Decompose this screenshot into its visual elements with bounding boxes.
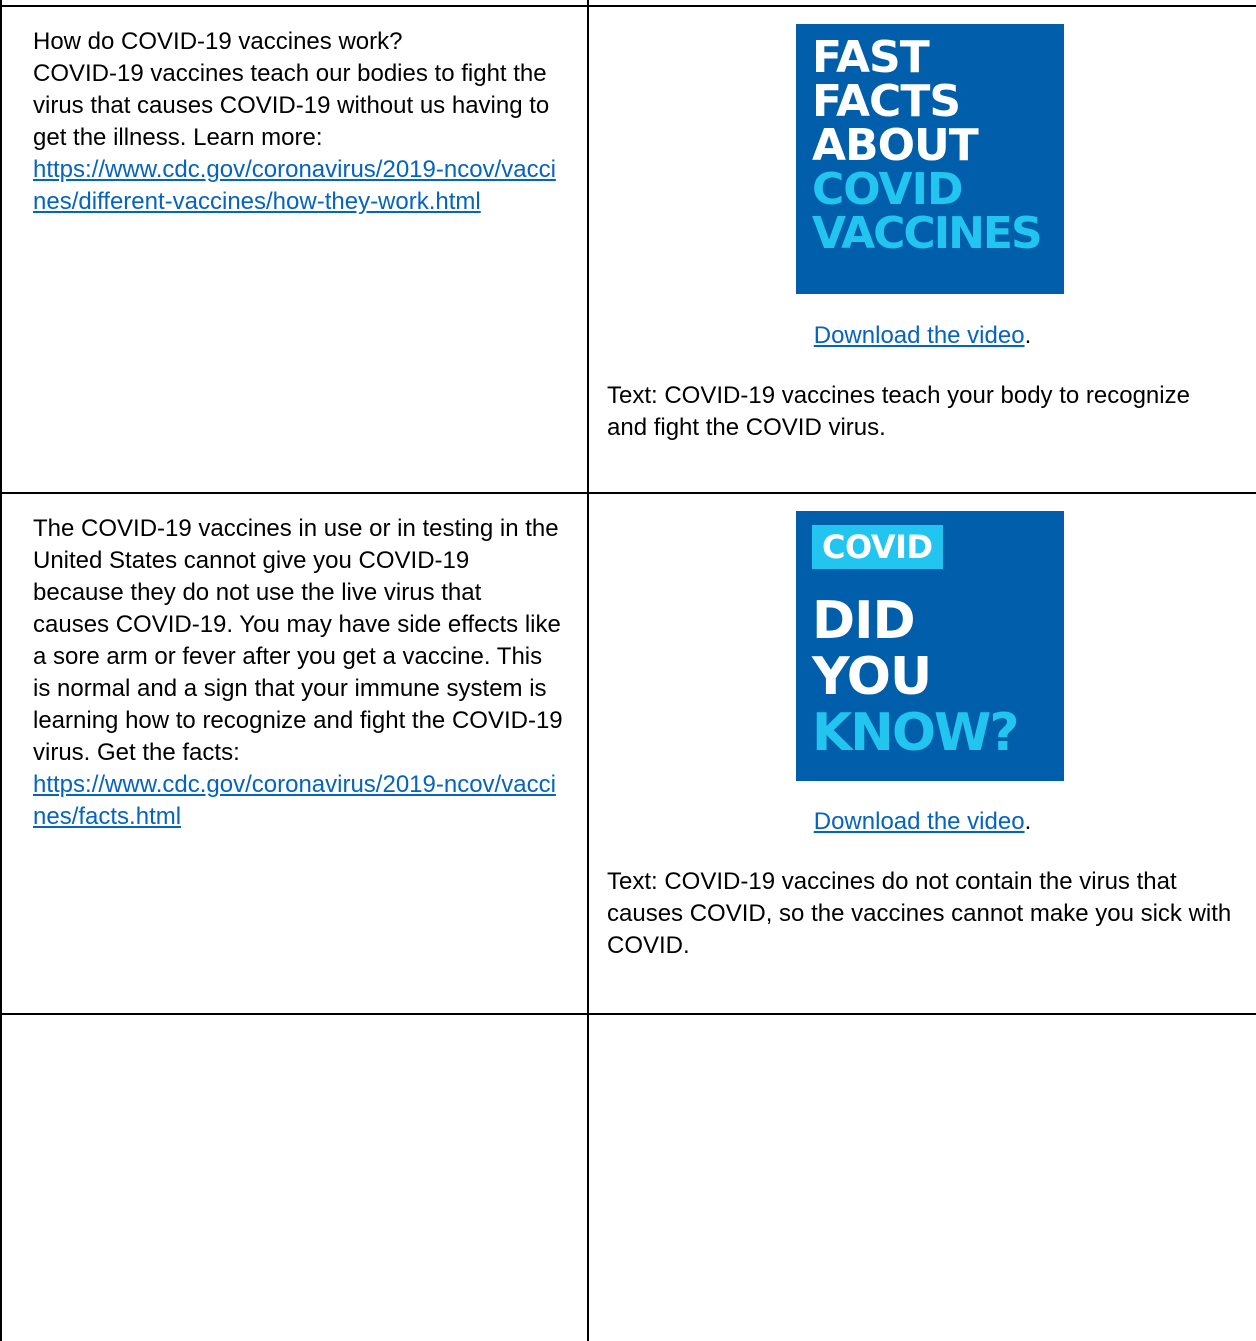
tile-line-did: DID bbox=[812, 591, 916, 651]
table-border-top bbox=[0, 5, 1256, 7]
row1-question: How do COVID-19 vaccines work? bbox=[33, 28, 403, 55]
row2-body: The COVID-19 vaccines in use or in testi… bbox=[33, 515, 563, 766]
row1-caption: Text: COVID-19 vaccines teach your body … bbox=[607, 382, 1190, 441]
row2-link[interactable]: https://www.cdc.gov/coronavirus/2019-nco… bbox=[33, 771, 556, 830]
tile-line-facts: FACTS bbox=[812, 76, 961, 127]
tile-line-about: ABOUT bbox=[812, 120, 979, 171]
tile-line-covid: COVID bbox=[812, 164, 963, 215]
content-table: How do COVID-19 vaccines work? COVID-19 … bbox=[0, 0, 1256, 1341]
row1-download-period: . bbox=[1024, 322, 1032, 349]
row2-left-cell: The COVID-19 vaccines in use or in testi… bbox=[33, 513, 563, 833]
row1-left-cell: How do COVID-19 vaccines work? COVID-19 … bbox=[33, 26, 563, 218]
row-divider-1 bbox=[0, 492, 1256, 494]
table-border-left bbox=[0, 0, 2, 1341]
tile-line-know: KNOW? bbox=[812, 703, 1020, 763]
tile-line-you: YOU bbox=[812, 647, 932, 707]
row1-link[interactable]: https://www.cdc.gov/coronavirus/2019-nco… bbox=[33, 156, 556, 215]
row2-caption: Text: COVID-19 vaccines do not contain t… bbox=[607, 868, 1232, 959]
tile-line-vaccines: VACCINES bbox=[812, 208, 1043, 259]
row2-download-period: . bbox=[1024, 808, 1032, 835]
tile-badge-covid: COVID bbox=[812, 525, 943, 569]
column-divider bbox=[587, 0, 589, 1341]
row1-download-line: Download the video. bbox=[589, 320, 1256, 352]
did-you-know-tile-image: COVID DID YOU KNOW? bbox=[796, 511, 1064, 781]
row2-download-line: Download the video. bbox=[589, 806, 1256, 838]
row-divider-2 bbox=[0, 1013, 1256, 1015]
tile-line-fast: FAST bbox=[812, 32, 930, 83]
fast-facts-tile-image: FAST FACTS ABOUT COVID VACCINES bbox=[796, 24, 1064, 294]
row2-download-link[interactable]: Download the video bbox=[814, 808, 1025, 835]
row1-download-link[interactable]: Download the video bbox=[814, 322, 1025, 349]
row1-body: COVID-19 vaccines teach our bodies to fi… bbox=[33, 60, 550, 151]
